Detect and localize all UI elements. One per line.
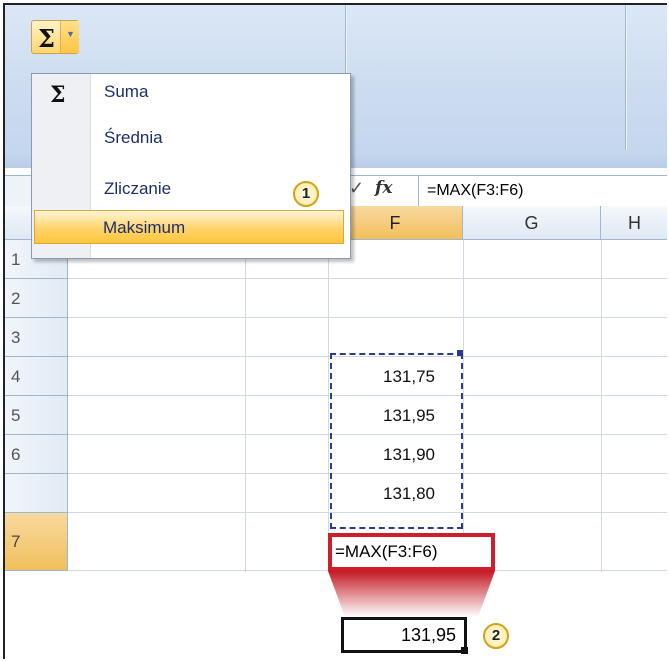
ribbon-group	[625, 5, 667, 168]
formula-input[interactable]: =MAX(F3:F6)	[427, 182, 523, 200]
menu-item-maksimum[interactable]: Maksimum	[34, 210, 344, 244]
grid-line	[601, 240, 602, 572]
menu-item-label: Suma	[104, 82, 149, 101]
step-1-badge: 1	[293, 181, 319, 207]
autosum-button[interactable]: Σ ▼	[31, 20, 79, 54]
menu-item-suma[interactable]: Suma	[34, 76, 348, 110]
result-cell[interactable]: 131,95	[341, 617, 467, 653]
grid-line	[68, 317, 667, 318]
excel-window: Σ ▼ ✓ fx =MAX(F3:F6) F G H 1 2 3 4 5 6 7…	[3, 3, 667, 659]
formula-bar-divider	[418, 176, 419, 206]
row-header-5[interactable]: 5	[5, 396, 68, 435]
step-2-badge: 2	[483, 623, 509, 649]
sigma-icon: Σ	[38, 24, 55, 53]
row-header-4[interactable]: 4	[5, 357, 68, 396]
autosum-dropdown-button[interactable]: ▼	[60, 21, 79, 53]
column-header-g[interactable]: G	[463, 206, 601, 240]
menu-item-label: Średnia	[104, 128, 163, 147]
ribbon-group	[345, 5, 626, 168]
menu-item-srednia[interactable]: Średnia	[34, 122, 348, 156]
menu-item-label: Maksimum	[103, 218, 186, 237]
selection-handle[interactable]	[457, 350, 463, 356]
enter-check-icon[interactable]: ✓	[349, 178, 364, 199]
row-header-6[interactable]: 6	[5, 435, 68, 474]
chevron-down-icon: ▼	[66, 29, 75, 39]
grid-line	[68, 278, 667, 279]
insert-function-icon[interactable]: fx	[375, 178, 392, 198]
grid-line	[245, 240, 246, 572]
callout-funnel	[328, 571, 495, 617]
selection-marquee	[330, 353, 463, 529]
row-header-7[interactable]: 7	[5, 513, 68, 571]
row-header-3[interactable]: 3	[5, 318, 68, 357]
row-header[interactable]	[5, 474, 68, 513]
grid-line	[328, 240, 329, 572]
menu-item-label: Zliczanie	[104, 179, 172, 198]
autosum-menu: Σ Suma Średnia Zliczanie Maksimum	[31, 73, 351, 259]
cell-f7-formula[interactable]: =MAX(F3:F6)	[328, 533, 495, 571]
fill-handle[interactable]	[461, 647, 468, 654]
row-header-2[interactable]: 2	[5, 279, 68, 318]
column-header-h[interactable]: H	[601, 206, 667, 240]
grid-line	[463, 240, 464, 572]
